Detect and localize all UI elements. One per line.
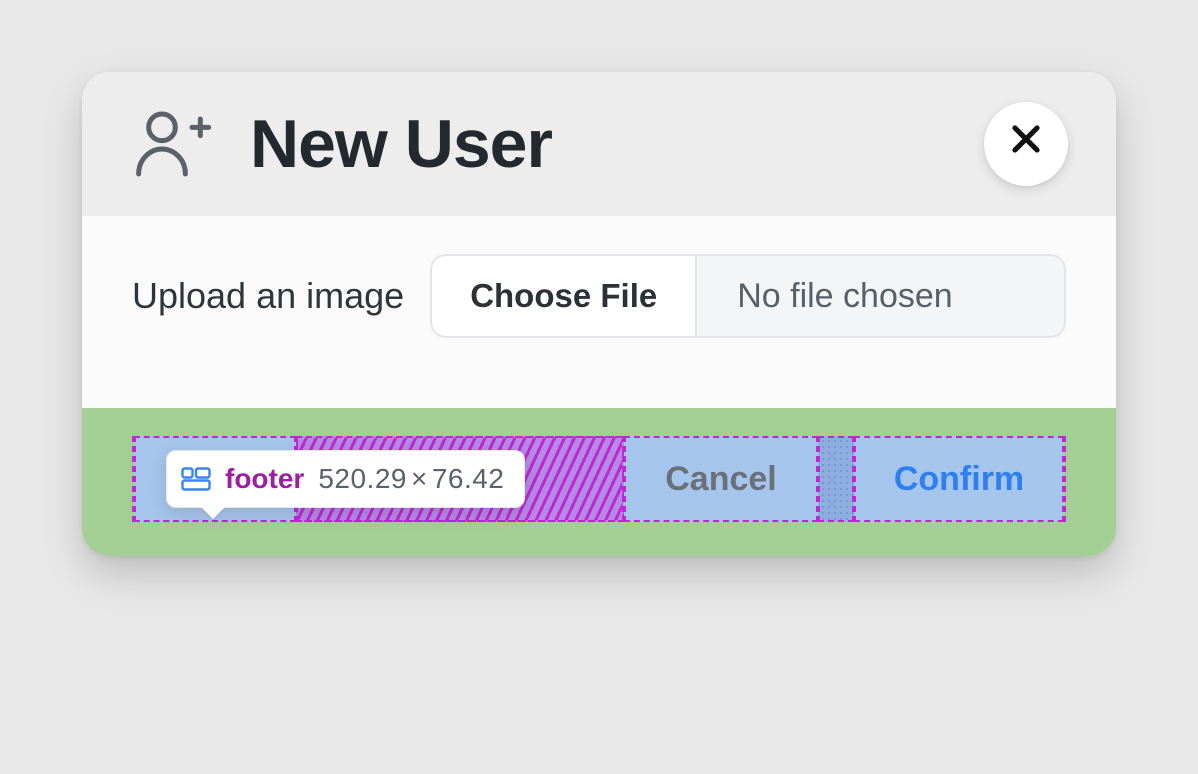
new-user-dialog: New User Upload an image Choose File No … [82,72,1116,556]
confirm-button[interactable]: Confirm [856,438,1062,520]
upload-image-label: Upload an image [132,275,404,317]
dialog-body: Upload an image Choose File No file chos… [82,216,1116,408]
tooltip-height: 76.42 [432,463,505,494]
close-button[interactable] [984,102,1068,186]
file-input[interactable]: Choose File No file chosen [430,254,1066,338]
tooltip-element-tag: footer [225,463,304,495]
tooltip-dimensions: 520.29×76.42 [318,463,504,495]
flex-item-confirm: Confirm [854,436,1064,522]
choose-file-button[interactable]: Choose File [432,256,697,336]
upload-image-field: Upload an image Choose File No file chos… [132,254,1066,338]
tooltip-width: 520.29 [318,463,407,494]
devtools-inspect-tooltip: footer 520.29×76.42 [166,450,525,508]
user-plus-icon [132,104,212,184]
flex-gap [818,436,854,522]
flex-item-cancel: Cancel [624,436,818,522]
file-status-text: No file chosen [697,256,1064,336]
tooltip-times-symbol: × [407,463,432,494]
flex-layout-icon [181,467,211,491]
dialog-header: New User [82,72,1116,216]
cancel-button[interactable]: Cancel [626,438,816,520]
close-icon [1007,119,1045,169]
dialog-title: New User [250,105,552,183]
